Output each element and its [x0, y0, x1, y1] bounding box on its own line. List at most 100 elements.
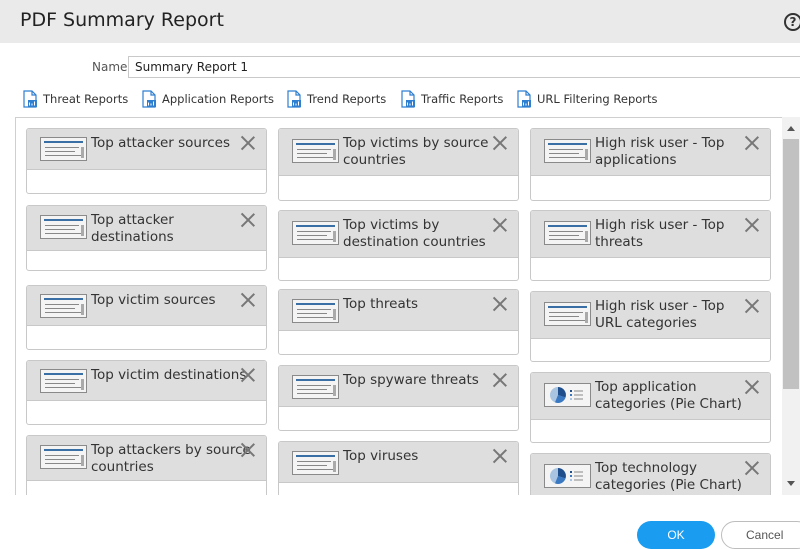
widget-header: Top threats [279, 290, 518, 331]
name-input[interactable] [128, 56, 800, 78]
widget-title: Top spyware threats [343, 372, 479, 388]
widget-title: Top victims by source countries [343, 135, 489, 168]
table-report-icon [292, 221, 339, 245]
widget-header: Top attackers by source countries [27, 436, 266, 481]
pdf-report-icon [23, 90, 37, 108]
report-widget-card[interactable]: High risk user - Top threats [530, 210, 771, 281]
close-icon[interactable] [240, 292, 256, 308]
report-widget-card[interactable]: Top attacker sources [26, 128, 267, 194]
widget-title: High risk user - Top URL categories [595, 298, 725, 331]
table-report-icon [292, 375, 339, 399]
widget-header: Top spyware threats [279, 366, 518, 407]
table-report-icon [40, 369, 87, 393]
close-icon[interactable] [240, 135, 256, 151]
widget-title: Top attacker sources [91, 135, 230, 151]
widget-header: Top technology categories (Pie Chart) [531, 454, 770, 495]
report-widget-card[interactable]: Top technology categories (Pie Chart) [530, 453, 771, 495]
widget-title: High risk user - Top threats [595, 217, 725, 250]
widget-title: Top threats [343, 296, 419, 312]
widget-header: High risk user - Top threats [531, 211, 770, 258]
vertical-scrollbar[interactable] [782, 117, 800, 495]
table-report-icon [544, 302, 591, 326]
report-widget-card[interactable]: Top threats [278, 289, 519, 355]
report-widget-card[interactable]: High risk user - Top URL categories [530, 291, 771, 362]
help-icon[interactable]: ? [784, 13, 800, 31]
ok-button[interactable]: OK [637, 521, 715, 549]
traffic-reports-label: Traffic Reports [421, 92, 504, 106]
dialog-titlebar: PDF Summary Report ? [0, 0, 800, 43]
close-icon[interactable] [240, 367, 256, 383]
report-widget-card[interactable]: Top spyware threats [278, 365, 519, 431]
report-widget-card[interactable]: Top viruses [278, 441, 519, 495]
close-icon[interactable] [492, 448, 508, 464]
pdf-report-icon [142, 90, 156, 108]
table-report-icon [292, 139, 339, 163]
widget-header: High risk user - Top applications [531, 129, 770, 176]
trend-reports-button[interactable]: Trend Reports [286, 88, 386, 110]
widget-header: Top victims by destination countries [279, 211, 518, 258]
widget-title: Top attacker destinations [91, 212, 174, 245]
traffic-reports-button[interactable]: Traffic Reports [400, 88, 503, 110]
pie-chart-report-icon [544, 383, 591, 407]
widget-header: Top victim destinations [27, 361, 266, 401]
widget-header: Top victims by source countries [279, 129, 518, 176]
widget-title: Top technology categories (Pie Chart) [595, 460, 742, 493]
widget-header: Top application categories (Pie Chart) [531, 373, 770, 420]
close-icon[interactable] [744, 460, 760, 476]
threat-reports-button[interactable]: Threat Reports [22, 88, 128, 110]
url-filtering-reports-label: URL Filtering Reports [537, 92, 658, 106]
table-report-icon [544, 221, 591, 245]
report-type-toolbar: Threat Reports Application Reports Trend… [0, 88, 800, 110]
report-widget-card[interactable]: Top victims by destination countries [278, 210, 519, 281]
threat-reports-label: Threat Reports [43, 92, 129, 106]
application-reports-button[interactable]: Application Reports [141, 88, 274, 110]
scroll-down-arrow-icon[interactable] [787, 481, 795, 486]
name-label: Name [92, 60, 128, 74]
widget-title: Top attackers by source countries [91, 442, 251, 475]
report-widget-card[interactable]: Top attackers by source countries [26, 435, 267, 495]
cancel-button[interactable]: Cancel [721, 521, 800, 549]
close-icon[interactable] [744, 379, 760, 395]
widget-title: Top victim destinations [91, 367, 247, 383]
report-widget-card[interactable]: Top victim destinations [26, 360, 267, 425]
close-icon[interactable] [744, 135, 760, 151]
widget-title: Top viruses [343, 448, 419, 464]
close-icon[interactable] [240, 212, 256, 228]
report-widget-card[interactable]: Top victims by source countries [278, 128, 519, 201]
close-icon[interactable] [744, 298, 760, 314]
table-report-icon [292, 299, 339, 323]
close-icon[interactable] [744, 217, 760, 233]
table-report-icon [40, 445, 87, 469]
report-widget-card[interactable]: Top application categories (Pie Chart) [530, 372, 771, 443]
widget-title: Top application categories (Pie Chart) [595, 379, 742, 412]
widget-header: Top viruses [279, 442, 518, 483]
close-icon[interactable] [492, 217, 508, 233]
table-report-icon [544, 139, 591, 163]
dialog-title: PDF Summary Report [20, 9, 224, 31]
pdf-report-icon [401, 90, 415, 108]
table-report-icon [40, 215, 87, 239]
scroll-up-arrow-icon[interactable] [787, 126, 795, 131]
close-icon[interactable] [240, 442, 256, 458]
trend-reports-label: Trend Reports [307, 92, 387, 106]
close-icon[interactable] [492, 296, 508, 312]
widget-title: High risk user - Top applications [595, 135, 725, 168]
widget-header: Top attacker destinations [27, 206, 266, 251]
application-reports-label: Application Reports [162, 92, 275, 106]
widget-header: High risk user - Top URL categories [531, 292, 770, 339]
table-report-icon [40, 294, 87, 318]
widget-title: Top victim sources [91, 292, 216, 308]
pdf-report-icon [287, 90, 301, 108]
scrollbar-thumb[interactable] [783, 139, 799, 389]
url-filtering-reports-button[interactable]: URL Filtering Reports [516, 88, 658, 110]
report-widget-card[interactable]: Top victim sources [26, 285, 267, 350]
table-report-icon [292, 451, 339, 475]
report-widgets-panel: Top attacker sources Top attacker destin… [15, 117, 800, 495]
table-report-icon [40, 137, 87, 161]
report-widget-card[interactable]: High risk user - Top applications [530, 128, 771, 201]
report-widget-card[interactable]: Top attacker destinations [26, 205, 267, 271]
close-icon[interactable] [492, 372, 508, 388]
close-icon[interactable] [492, 135, 508, 151]
widget-header: Top attacker sources [27, 129, 266, 170]
pdf-report-icon [517, 90, 531, 108]
